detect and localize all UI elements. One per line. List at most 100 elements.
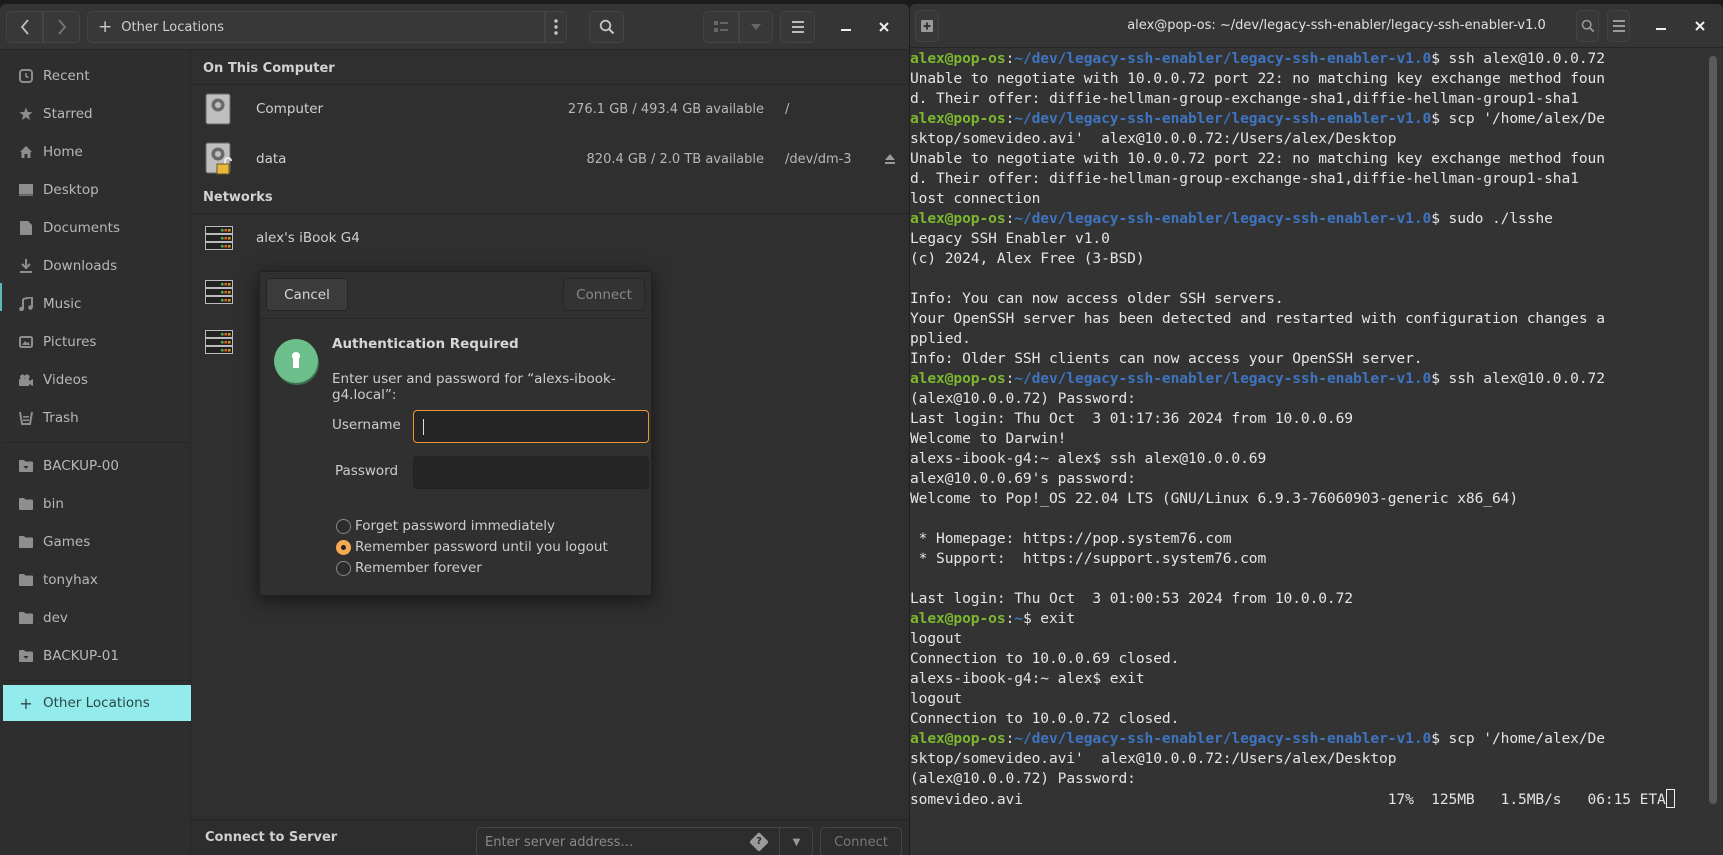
dialog-header: Cancel Connect — [260, 272, 651, 319]
terminal-output-line: Unable to negotiate with 10.0.0.72 port … — [910, 70, 1605, 87]
view-options-dropdown[interactable] — [739, 11, 773, 43]
username-label: Username — [332, 417, 401, 433]
authentication-dialog: Cancel Connect Authentication Required E… — [259, 271, 652, 596]
radio-label: Forget password immediately — [355, 518, 555, 534]
terminal-close-button[interactable] — [1686, 12, 1714, 40]
terminal-output-line: somevideo.avi 17% 125MB 1.5MB/s 06:15 ET… — [910, 789, 1709, 809]
sidebar-item-videos[interactable]: Videos — [3, 362, 191, 398]
terminal-output-line: Legacy SSH Enabler v1.0 — [910, 230, 1110, 247]
forward-button[interactable] — [43, 11, 80, 43]
prompt-command: $ ssh alex@10.0.0.72 — [1431, 50, 1605, 67]
terminal-window: alex@pop-os: ~/dev/legacy-ssh-enabler/le… — [909, 4, 1723, 855]
terminal-output[interactable]: alex@pop-os:~/dev/legacy-ssh-enabler/leg… — [910, 49, 1709, 855]
sidebar-item-label: Downloads — [43, 258, 118, 274]
hard-drive-icon — [205, 93, 231, 125]
connect-server-button[interactable]: Connect — [820, 827, 902, 855]
minimize-icon — [1656, 21, 1666, 31]
sidebar-item-label: Videos — [43, 372, 88, 388]
sidebar-item-recent[interactable]: Recent — [3, 58, 191, 94]
recent-servers-dropdown[interactable]: ▼ — [779, 828, 813, 855]
sidebar-item-documents[interactable]: Documents — [3, 210, 191, 246]
username-field[interactable] — [413, 410, 649, 443]
sidebar-item-label: Pictures — [43, 334, 97, 350]
radio-button[interactable] — [336, 560, 351, 576]
terminal-minimize-button[interactable] — [1647, 12, 1675, 40]
star-icon — [19, 107, 33, 121]
network-row[interactable]: alex's iBook G4 — [191, 214, 909, 262]
close-icon — [1695, 21, 1705, 31]
connect-button[interactable]: Connect — [563, 278, 645, 311]
terminal-menu-button[interactable] — [1607, 10, 1630, 42]
file-manager-headerbar: + Other Locations — [0, 4, 909, 50]
sidebar-scroll-indicator — [0, 283, 2, 311]
sidebar-item-other-locations[interactable]: + Other Locations — [3, 685, 191, 721]
sidebar-item-backup-00[interactable]: BACKUP-00 — [3, 448, 191, 484]
drive-folder-icon — [19, 649, 33, 663]
sidebar-item-label: Desktop — [43, 182, 99, 198]
sidebar-item-label: bin — [43, 496, 64, 512]
help-icon[interactable]: ? — [749, 832, 769, 852]
password-field[interactable] — [413, 456, 649, 489]
sidebar-item-desktop[interactable]: Desktop — [3, 172, 191, 208]
radio-forget-immediately[interactable]: Forget password immediately — [336, 518, 555, 534]
terminal-output-line: sktop/somevideo.avi' alex@10.0.0.72:/Use… — [910, 750, 1397, 767]
more-vertical-icon — [554, 19, 558, 35]
location-row-computer[interactable]: Computer 276.1 GB / 493.4 GB available / — [191, 85, 909, 133]
search-icon — [1581, 19, 1595, 33]
location-capacity: 820.4 GB / 2.0 TB available — [586, 151, 764, 167]
sidebar-item-home[interactable]: Home — [3, 134, 191, 170]
terminal-output-line: pplied. — [910, 330, 971, 347]
server-address-field[interactable]: ? ▼ — [476, 827, 813, 855]
sidebar-item-dev[interactable]: dev — [3, 600, 191, 636]
sidebar-item-pictures[interactable]: Pictures — [3, 324, 191, 360]
location-path-bar[interactable]: + Other Locations — [87, 11, 545, 43]
sidebar-item-bin[interactable]: bin — [3, 486, 191, 522]
sidebar-item-downloads[interactable]: Downloads — [3, 248, 191, 284]
search-button[interactable] — [589, 11, 624, 43]
terminal-search-button[interactable] — [1576, 10, 1599, 42]
radio-button-selected[interactable] — [336, 539, 351, 555]
sidebar-item-tonyhax[interactable]: tonyhax — [3, 562, 191, 598]
sidebar-item-music[interactable]: Music — [3, 286, 191, 322]
network-server-icon — [205, 280, 233, 304]
path-menu-button[interactable] — [545, 11, 567, 43]
view-mode-button[interactable] — [703, 11, 739, 43]
network-name: alex's iBook G4 — [256, 230, 360, 246]
sidebar-item-backup-01[interactable]: BACKUP-01 — [3, 638, 191, 674]
sidebar-item-starred[interactable]: Starred — [3, 96, 191, 132]
eject-icon — [885, 154, 895, 164]
terminal-output-line: Last login: Thu Oct 3 01:00:53 2024 from… — [910, 590, 1353, 607]
sidebar-item-label: Recent — [43, 68, 90, 84]
location-row-data[interactable]: data 820.4 GB / 2.0 TB available /dev/dm… — [191, 135, 909, 183]
terminal-output-line: (alex@10.0.0.72) Password: — [910, 770, 1136, 787]
desktop-icon — [19, 183, 33, 197]
folder-icon — [19, 573, 33, 587]
radio-remember-until-logout[interactable]: Remember password until you logout — [336, 539, 608, 555]
prompt-user: alex@pop-os — [910, 50, 1006, 67]
close-button[interactable] — [870, 13, 898, 41]
sidebar-item-label: BACKUP-00 — [43, 458, 119, 474]
dialog-message: Enter user and password for “alexs-ibook… — [332, 371, 616, 403]
sidebar-item-games[interactable]: Games — [3, 524, 191, 560]
music-icon — [19, 297, 33, 311]
eject-button[interactable] — [885, 154, 895, 164]
minimize-button[interactable] — [832, 13, 860, 41]
sidebar-item-label: Games — [43, 534, 91, 550]
terminal-prompt-line: alex@pop-os:~$ exit — [910, 610, 1076, 627]
terminal-output-line: Info: You can now access older SSH serve… — [910, 290, 1284, 307]
folder-icon — [19, 611, 33, 625]
text-cursor — [423, 419, 424, 435]
terminal-scrollbar[interactable] — [1709, 56, 1717, 804]
terminal-output-line: alex@10.0.0.69's password: — [910, 470, 1136, 487]
radio-button[interactable] — [336, 518, 351, 534]
main-menu-button[interactable] — [780, 11, 815, 43]
server-address-input[interactable] — [477, 828, 747, 855]
back-button[interactable] — [6, 11, 43, 43]
sidebar-item-trash[interactable]: Trash — [3, 400, 191, 436]
prompt-user: alex@pop-os — [910, 210, 1006, 227]
dialog-title: Authentication Required — [332, 336, 519, 352]
radio-remember-forever[interactable]: Remember forever — [336, 560, 482, 576]
cancel-button[interactable]: Cancel — [266, 278, 348, 311]
location-label: Other Locations — [121, 19, 225, 35]
